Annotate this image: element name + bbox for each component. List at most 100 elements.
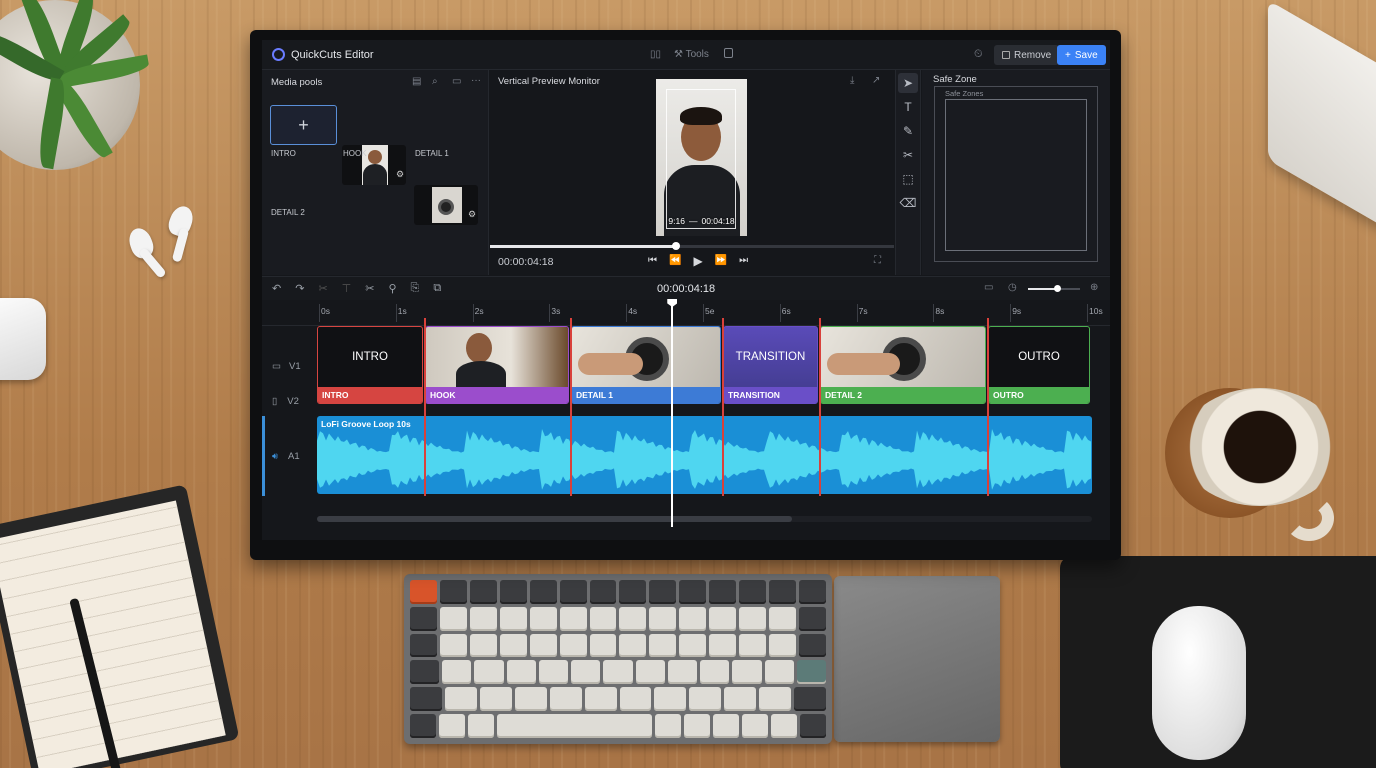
- clock-icon[interactable]: ◷: [1008, 282, 1017, 293]
- ruler-tick-label: 3s: [551, 306, 561, 316]
- share-icon[interactable]: ↗: [872, 75, 880, 86]
- clip-title: INTRO: [352, 351, 388, 363]
- timeline-clip[interactable]: OUTRO OUTRO: [988, 326, 1090, 404]
- ruler-tick-label: 8s: [935, 306, 945, 316]
- marker-icon[interactable]: ⚲: [388, 282, 396, 295]
- clip-label: TRANSITION: [724, 387, 817, 403]
- add-icon: +: [298, 114, 309, 135]
- save-button[interactable]: + Save: [1057, 45, 1106, 65]
- brush-tool-icon[interactable]: ✎: [898, 121, 918, 141]
- media-pool-panel: Media pools ▤ ⌕ ▭ ··· + INTRO ⚙ HOOK ⚙ D…: [262, 70, 489, 324]
- history-icon[interactable]: ⏲: [974, 48, 983, 61]
- track-header-a1[interactable]: 🔊︎ A1: [272, 451, 300, 462]
- timeline-clip[interactable]: INTRO INTRO: [317, 326, 423, 404]
- timeline-timecode: 00:00:04:18: [657, 283, 716, 295]
- media-item-detail-1[interactable]: ⚙: [414, 185, 478, 225]
- ruler-tick: [1087, 304, 1088, 322]
- safe-zone-panel: Safe Zone Safe Zones: [922, 70, 1110, 275]
- zoom-handle[interactable]: [1053, 285, 1061, 292]
- timeline-clip[interactable]: DETAIL 2: [820, 326, 986, 404]
- timeline-clip[interactable]: HOOK: [425, 326, 569, 404]
- ripple-icon[interactable]: ✂: [318, 282, 327, 295]
- cut-marker[interactable]: [424, 318, 426, 496]
- split-icon[interactable]: ✂: [365, 282, 374, 295]
- fast-forward-icon[interactable]: ⏩: [715, 255, 727, 268]
- zoom-slider[interactable]: [1028, 285, 1080, 292]
- captions-icon[interactable]: ▭: [984, 282, 993, 293]
- ruler-tick-label: 4s: [628, 306, 638, 316]
- group-icon[interactable]: ⧉: [433, 282, 441, 295]
- ruler-tick-label: 0s: [321, 306, 330, 316]
- timeline-toolbar: ↶ ↷ ✂ ⊤ ✂ ⚲ ⎘ ⧉ 00:00:04:18 ▭ ◷ ⊕: [262, 276, 1110, 300]
- play-icon[interactable]: ▶: [693, 254, 702, 268]
- copy-icon[interactable]: ⎘: [411, 282, 420, 295]
- timeline-clip[interactable]: DETAIL 1: [571, 326, 721, 404]
- ruler-tick: [703, 304, 704, 322]
- folder-icon[interactable]: ▭: [452, 76, 461, 87]
- text-tool-icon[interactable]: T: [898, 97, 918, 117]
- timeline-clip[interactable]: TRANSITION TRANSITION: [723, 326, 818, 404]
- skip-back-icon[interactable]: ⏮: [648, 255, 657, 268]
- ruler-tick: [319, 304, 320, 322]
- cut-marker[interactable]: [722, 318, 724, 496]
- safe-zone-label: Safe Zones: [945, 89, 984, 98]
- coffee-mug: [1180, 388, 1340, 506]
- link-icon: ⚙: [468, 209, 477, 219]
- crop-tool-icon[interactable]: ⬚: [898, 169, 918, 189]
- eraser-tool-icon[interactable]: ⌫: [898, 193, 918, 213]
- zoom-in-icon[interactable]: ⊕: [1090, 282, 1098, 293]
- rewind-icon[interactable]: ⏪: [669, 255, 681, 268]
- scrub-handle[interactable]: [671, 242, 680, 250]
- timeline-ruler[interactable]: 0s 1s 2s 3s 4s 5e 6s 7s 8s 9s 10s: [262, 300, 1110, 326]
- tools-menu[interactable]: ⚒ Tools: [674, 49, 709, 60]
- preview-video[interactable]: 9:16—00:04:18: [656, 79, 747, 236]
- more-icon[interactable]: ···: [471, 75, 481, 86]
- skip-forward-icon[interactable]: ⏭: [739, 255, 748, 268]
- cut-marker[interactable]: [819, 318, 821, 496]
- remove-icon: [1002, 51, 1010, 59]
- scrub-bar[interactable]: [490, 242, 894, 250]
- ruler-tick: [472, 304, 474, 322]
- audio-clip[interactable]: LoFi Groove Loop 10s: [317, 416, 1092, 494]
- app-title: QuickCuts Editor: [291, 49, 374, 61]
- ruler-tick: [549, 304, 551, 322]
- ruler-tick-label: 1s: [397, 306, 407, 316]
- scrollbar-thumb[interactable]: [317, 516, 792, 522]
- scrub-fill: [490, 245, 676, 248]
- cut-marker[interactable]: [570, 318, 572, 496]
- speaker: [1268, 0, 1376, 230]
- tools-label: Tools: [685, 49, 709, 60]
- undo-icon[interactable]: ↶: [272, 282, 281, 295]
- remove-button[interactable]: Remove: [994, 45, 1060, 65]
- audio-track-icon: 🔊︎: [272, 451, 278, 462]
- track-headers: ▭ V1 ▯ V2 🔊︎ A1: [262, 326, 317, 540]
- preview-timecode: 00:00:04:18: [498, 256, 554, 268]
- playhead[interactable]: [667, 299, 678, 527]
- ruler-tick: [779, 304, 781, 322]
- search-icon[interactable]: ⌕: [432, 76, 438, 87]
- layout-icon[interactable]: ▯▯: [650, 49, 661, 60]
- horizontal-scrollbar[interactable]: [317, 516, 1092, 522]
- top-bar: QuickCuts Editor ▯▯ ⚒ Tools ⏲ Remove + Sa…: [262, 40, 1110, 70]
- download-icon[interactable]: ⤓: [850, 75, 854, 86]
- tool-strip: ➤ T ✎ ✂ ⬚ ⌫: [895, 70, 921, 275]
- clip-label: DETAIL 2: [821, 387, 985, 403]
- window-icon[interactable]: [724, 48, 733, 58]
- effects-tool-icon[interactable]: ✂: [898, 145, 918, 165]
- clip-title: OUTRO: [1018, 351, 1060, 363]
- track-header-v2[interactable]: ▯ V2: [272, 396, 299, 407]
- keyboard: [404, 574, 832, 744]
- phone-track-icon: ▯: [272, 396, 278, 407]
- select-tool-icon[interactable]: ➤: [898, 73, 918, 93]
- track-header-v1[interactable]: ▭ V1: [272, 361, 301, 372]
- trim-icon[interactable]: ⊤: [342, 282, 352, 295]
- list-view-icon[interactable]: ▤: [412, 76, 421, 87]
- media-item-label: INTRO: [271, 149, 296, 158]
- preview-panel: Vertical Preview Monitor ⤓ ↗ 9:16—00:04:…: [490, 70, 894, 275]
- redo-icon[interactable]: ↷: [295, 282, 304, 295]
- audio-waveform: [317, 429, 1091, 490]
- media-item-add[interactable]: +: [270, 105, 337, 145]
- ruler-tick-label: 6s: [781, 306, 791, 316]
- cut-marker[interactable]: [987, 318, 989, 496]
- fullscreen-icon[interactable]: ⛶: [874, 255, 881, 266]
